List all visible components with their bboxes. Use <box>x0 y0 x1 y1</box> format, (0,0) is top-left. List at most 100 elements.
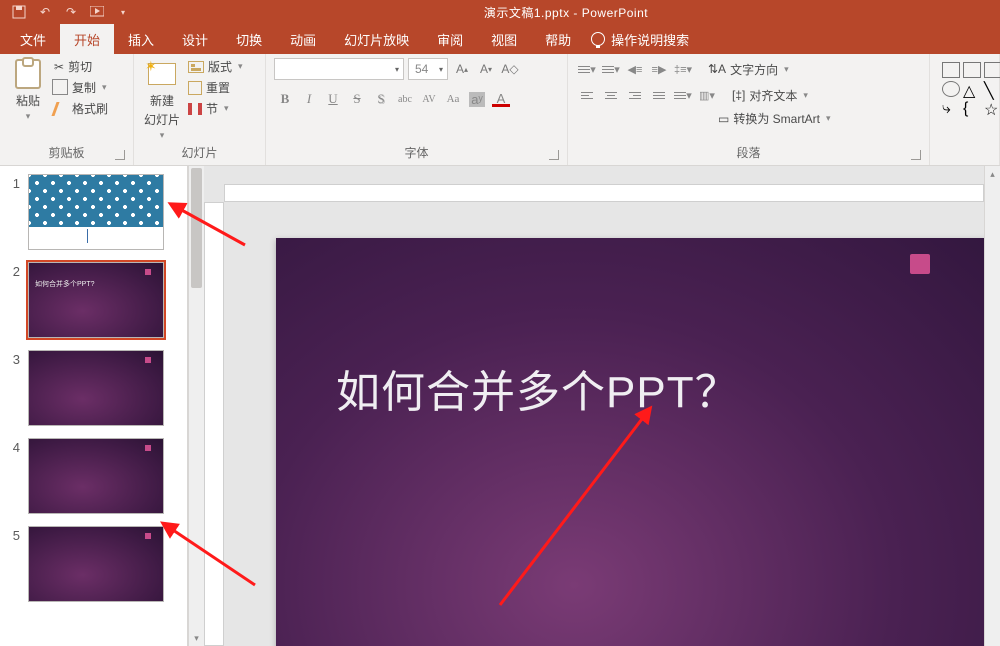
group-label-font: 字体 <box>404 146 428 160</box>
shape-line-icon[interactable]: ╲ <box>984 81 1000 97</box>
italic-button[interactable]: I <box>298 88 320 110</box>
save-icon[interactable] <box>10 3 28 21</box>
quick-access-toolbar: ↶ ↷ ▾ <box>0 3 132 21</box>
char-spacing-button[interactable]: abc <box>394 88 416 110</box>
shape-rectangle-icon[interactable] <box>963 62 981 78</box>
section-button[interactable]: 节▾ <box>188 100 243 117</box>
grow-font-button[interactable]: A▴ <box>452 58 472 80</box>
tab-transitions[interactable]: 切换 <box>222 24 276 54</box>
cut-button[interactable]: ✂剪切 <box>54 58 108 75</box>
ribbon: 粘贴 ▾ ✂剪切 复制▾ 格式刷 剪贴板 新建 幻灯片 ▾ 版式▾ 重置 节▾ <box>0 54 1000 166</box>
paste-button[interactable]: 粘贴 ▾ <box>8 58 48 122</box>
clipboard-icon <box>15 59 41 89</box>
thumb-row-3[interactable]: 3 <box>0 342 187 430</box>
tab-animations[interactable]: 动画 <box>276 24 330 54</box>
slide-thumbnail-4[interactable] <box>28 438 164 514</box>
dialog-launcher-icon[interactable] <box>115 150 125 160</box>
layout-button[interactable]: 版式▾ <box>188 58 243 75</box>
chevron-down-icon: ▾ <box>26 111 31 122</box>
justify-button[interactable] <box>648 84 670 106</box>
tab-view[interactable]: 视图 <box>477 24 531 54</box>
change-case-button[interactable]: Aa <box>442 88 464 110</box>
align-left-button[interactable] <box>576 84 598 106</box>
slide-title-text[interactable]: 如何合并多个PPT？ <box>336 356 740 420</box>
shrink-font-button[interactable]: A▾ <box>476 58 496 80</box>
shape-arrow-icon[interactable]: ⤷ <box>942 100 960 116</box>
redo-icon[interactable]: ↷ <box>62 3 80 21</box>
group-font: ▾ 54▾ A▴ A▾ A◇ B I U S S abc AV Aa aʸ A … <box>266 54 568 165</box>
shape-rectangle-icon[interactable] <box>942 62 960 78</box>
chevron-down-icon: ▾ <box>160 130 165 141</box>
current-slide[interactable]: 如何合并多个PPT？ <box>276 238 986 646</box>
shape-brace-icon[interactable]: { <box>963 100 981 116</box>
thumbnail-scrollbar[interactable]: ▴ ▾ <box>188 166 204 646</box>
thumb-row-5[interactable]: 5 <box>0 518 187 606</box>
scrollbar-thumb[interactable] <box>191 168 202 288</box>
tab-design[interactable]: 设计 <box>168 24 222 54</box>
bold-button[interactable]: B <box>274 88 296 110</box>
new-slide-button[interactable]: 新建 幻灯片 ▾ <box>142 58 182 141</box>
slide-thumbnail-1[interactable] <box>28 174 164 250</box>
underline-button[interactable]: U <box>322 88 344 110</box>
align-text-icon: [‡] <box>732 88 745 102</box>
kerning-button[interactable]: AV <box>418 88 440 110</box>
thumb-row-2[interactable]: 2 如何合并多个PPT? <box>0 254 187 342</box>
numbering-button[interactable]: ▾ <box>600 58 622 80</box>
highlight-button[interactable]: aʸ <box>466 88 488 110</box>
tab-home[interactable]: 开始 <box>60 24 114 54</box>
decrease-indent-button[interactable]: ◀≡ <box>624 58 646 80</box>
tab-file[interactable]: 文件 <box>6 24 60 54</box>
shape-rectangle-icon[interactable] <box>984 62 1000 78</box>
align-text-button[interactable]: [‡]对齐文本▾ <box>732 84 808 106</box>
new-slide-icon <box>148 63 176 85</box>
thumb-row-4[interactable]: 4 <box>0 430 187 518</box>
shadow-button[interactable]: S <box>370 88 392 110</box>
thumb-row-1[interactable]: 1 <box>0 166 187 254</box>
section-icon <box>188 103 202 115</box>
distribute-button[interactable]: ▾ <box>672 84 694 106</box>
align-right-button[interactable] <box>624 84 646 106</box>
group-clipboard: 粘贴 ▾ ✂剪切 复制▾ 格式刷 剪贴板 <box>0 54 134 165</box>
convert-smartart-button[interactable]: ▭转换为 SmartArt▾ <box>718 110 831 127</box>
text-direction-button[interactable]: ⇅A文字方向▾ <box>708 58 789 80</box>
editor-scrollbar[interactable]: ▴ <box>984 166 1000 646</box>
slide-thumbnail-3[interactable] <box>28 350 164 426</box>
font-size-combo[interactable]: 54▾ <box>408 58 448 80</box>
font-color-button[interactable]: A <box>490 88 512 110</box>
dialog-launcher-icon[interactable] <box>549 150 559 160</box>
font-family-combo[interactable]: ▾ <box>274 58 404 80</box>
shape-circle-icon[interactable] <box>942 81 960 97</box>
lightbulb-icon <box>591 32 605 46</box>
slide-thumbnail-5[interactable] <box>28 526 164 602</box>
tab-insert[interactable]: 插入 <box>114 24 168 54</box>
accent-shape <box>910 254 930 274</box>
align-center-button[interactable] <box>600 84 622 106</box>
shape-triangle-icon[interactable]: △ <box>963 81 981 97</box>
tab-slideshow[interactable]: 幻灯片放映 <box>330 24 423 54</box>
tell-me-search[interactable]: 操作说明搜索 <box>591 24 689 54</box>
start-from-beginning-icon[interactable] <box>88 3 106 21</box>
increase-indent-button[interactable]: ≡▶ <box>648 58 670 80</box>
tab-help[interactable]: 帮助 <box>531 24 585 54</box>
scroll-down-icon[interactable]: ▾ <box>189 630 204 646</box>
clear-formatting-button[interactable]: A◇ <box>500 58 520 80</box>
tab-review[interactable]: 审阅 <box>423 24 477 54</box>
layout-icon <box>188 61 204 73</box>
reset-button[interactable]: 重置 <box>188 79 243 96</box>
document-body: 1 2 如何合并多个PPT? 3 4 5 ▴ ▾ <box>0 166 1000 646</box>
slide-thumbnail-2[interactable]: 如何合并多个PPT? <box>28 262 164 338</box>
line-spacing-button[interactable]: ‡≡▾ <box>672 58 694 80</box>
columns-button[interactable]: ▥▾ <box>696 84 718 106</box>
bullets-button[interactable]: ▾ <box>576 58 598 80</box>
undo-icon[interactable]: ↶ <box>36 3 54 21</box>
copy-button[interactable]: 复制▾ <box>54 79 108 96</box>
ribbon-tabs: 文件 开始 插入 设计 切换 动画 幻灯片放映 审阅 视图 帮助 操作说明搜索 <box>0 24 1000 54</box>
format-painter-button[interactable]: 格式刷 <box>54 100 108 117</box>
accent-dot <box>145 269 151 275</box>
title-bar: ↶ ↷ ▾ 演示文稿1.pptx - PowerPoint <box>0 0 1000 24</box>
strikethrough-button[interactable]: S <box>346 88 368 110</box>
qat-customize-icon[interactable]: ▾ <box>114 3 132 21</box>
shape-star-icon[interactable]: ☆ <box>984 100 1000 116</box>
dialog-launcher-icon[interactable] <box>911 150 921 160</box>
scroll-up-icon[interactable]: ▴ <box>985 166 1000 182</box>
